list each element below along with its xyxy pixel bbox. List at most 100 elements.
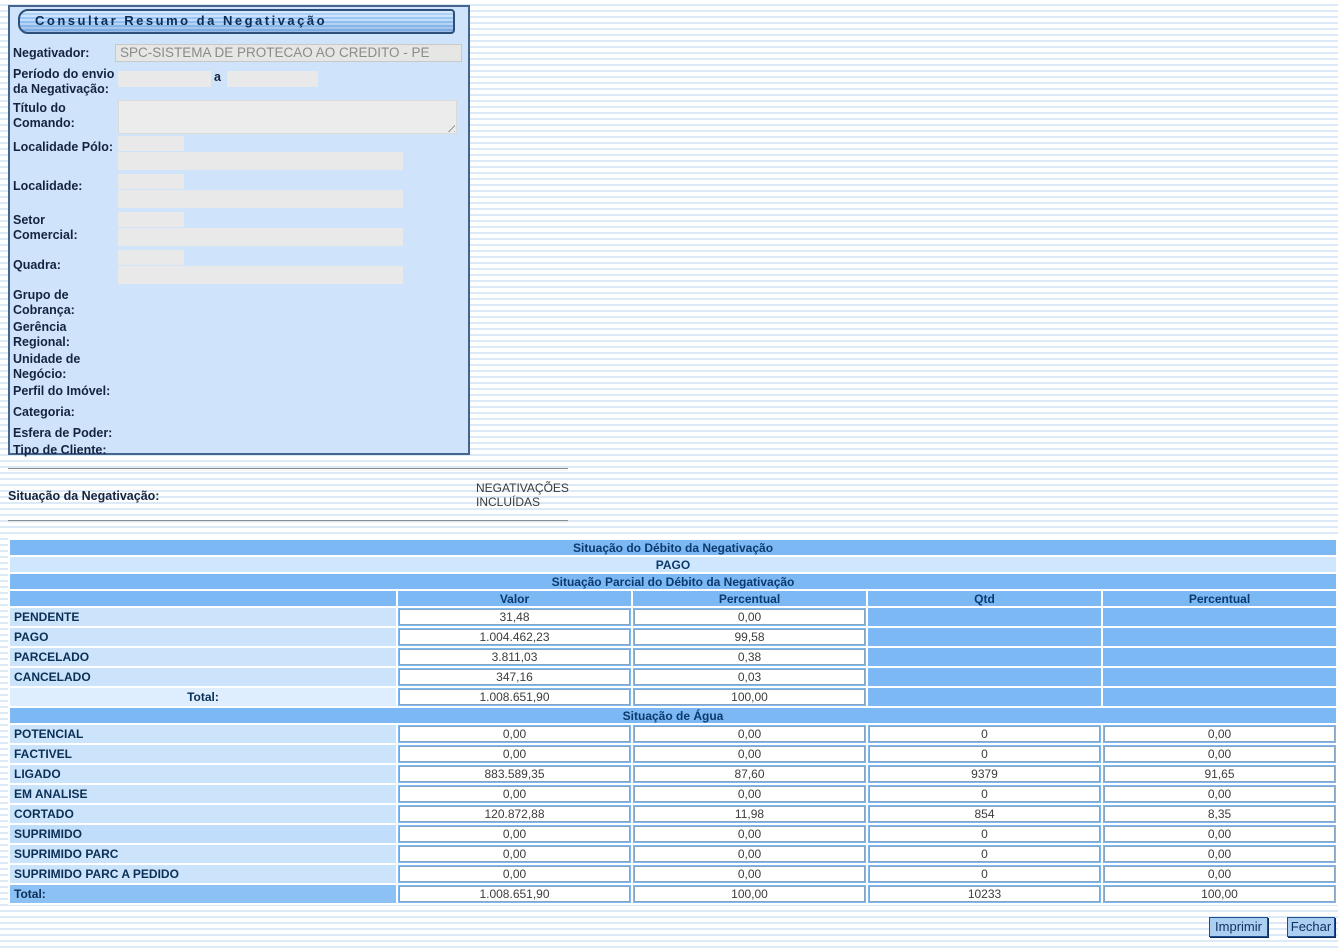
negativador-field[interactable]: SPC-SISTEMA DE PROTECAO AO CREDITO - PE — [115, 44, 462, 62]
total-label: Total: — [10, 688, 396, 706]
empty-cell — [1103, 688, 1336, 706]
section-header-agua: Situação de Água — [10, 708, 1336, 723]
situacao-negativacao-label: Situação da Negativação: — [8, 489, 159, 503]
row-label: LIGADO — [10, 765, 396, 783]
column-header-percentual2: Percentual — [1103, 591, 1336, 606]
divider — [8, 520, 568, 523]
table-row: PAGO — [10, 557, 1336, 572]
titulo-comando-textarea[interactable] — [118, 100, 457, 134]
percentual-cell: 11,98 — [634, 806, 865, 822]
table-row: Situação do Débito da Negativação — [10, 540, 1336, 555]
table-header-row: Valor Percentual Qtd Percentual — [10, 591, 1336, 606]
valor-cell: 347,16 — [399, 669, 630, 685]
table-row: Situação Parcial do Débito da Negativaçã… — [10, 574, 1336, 589]
section-subheader-pago: PAGO — [10, 557, 1336, 572]
periodo-label: Período do envio da Negativação: — [13, 67, 115, 97]
table-row: PENDENTE 31,48 0,00 — [10, 608, 1336, 626]
situacao-negativacao-value: NEGATIVAÇÕES INCLUÍDAS — [476, 481, 569, 509]
setor-comercial-label: Setor Comercial: — [13, 213, 89, 243]
grupo-cobranca-label: Grupo de Cobrança: — [13, 288, 89, 318]
qtd-cell: 10233 — [869, 886, 1100, 902]
periodo-start-input[interactable] — [118, 71, 211, 87]
situacao-value-line2: INCLUÍDAS — [476, 495, 569, 509]
table-row: Situação de Água — [10, 708, 1336, 723]
perfil-imovel-label: Perfil do Imóvel: — [13, 384, 110, 399]
qtd-cell: 0 — [869, 826, 1100, 842]
quadra-code-input[interactable] — [118, 250, 184, 265]
valor-cell: 1.004.462,23 — [399, 629, 630, 645]
valor-cell: 1.008.651,90 — [399, 689, 630, 705]
setor-code-input[interactable] — [118, 212, 184, 227]
qtd-percentual-cell: 0,00 — [1104, 726, 1335, 742]
section-header-debito: Situação do Débito da Negativação — [10, 540, 1336, 555]
qtd-cell: 9379 — [869, 766, 1100, 782]
unidade-negocio-label: Unidade de Negócio: — [13, 352, 101, 382]
row-label: POTENCIAL — [10, 725, 396, 743]
setor-desc-input[interactable] — [118, 228, 403, 246]
column-header-percentual: Percentual — [633, 591, 866, 606]
table-row: CANCELADO 347,16 0,03 — [10, 668, 1336, 686]
qtd-cell: 854 — [869, 806, 1100, 822]
table-row: LIGADO 883.589,35 87,60 9379 91,65 — [10, 765, 1336, 783]
divider — [8, 468, 568, 471]
percentual-cell: 100,00 — [634, 886, 865, 902]
row-label: CANCELADO — [10, 668, 396, 686]
empty-cell — [1103, 648, 1336, 666]
localidade-desc-input[interactable] — [118, 190, 403, 208]
table-row: POTENCIAL 0,00 0,00 0 0,00 — [10, 725, 1336, 743]
qtd-cell: 0 — [869, 786, 1100, 802]
table-total-row: Total: 1.008.651,90 100,00 — [10, 688, 1336, 706]
fechar-button[interactable]: Fechar — [1287, 917, 1335, 937]
table-row: PARCELADO 3.811,03 0,38 — [10, 648, 1336, 666]
localidade-code-input[interactable] — [118, 174, 184, 189]
percentual-cell: 0,03 — [634, 669, 865, 685]
panel-title: Consultar Resumo da Negativação — [18, 9, 455, 34]
valor-cell: 1.008.651,90 — [399, 886, 630, 902]
localidade-polo-label: Localidade Pólo: — [13, 140, 113, 155]
page: { "panel": { "title": "Consultar Resumo … — [0, 0, 1338, 948]
qtd-cell: 0 — [869, 846, 1100, 862]
qtd-percentual-cell: 0,00 — [1104, 866, 1335, 882]
empty-cell — [1103, 608, 1336, 626]
periodo-end-input[interactable] — [227, 71, 318, 87]
imprimir-button[interactable]: Imprimir — [1209, 917, 1268, 937]
percentual-cell: 0,00 — [634, 786, 865, 802]
localidade-polo-desc-input[interactable] — [118, 152, 403, 170]
percentual-cell: 0,00 — [634, 846, 865, 862]
qtd-cell: 0 — [869, 726, 1100, 742]
empty-cell — [868, 648, 1101, 666]
categoria-label: Categoria: — [13, 405, 75, 420]
quadra-desc-input[interactable] — [118, 266, 403, 284]
percentual-cell: 99,58 — [634, 629, 865, 645]
section-header-parcial: Situação Parcial do Débito da Negativaçã… — [10, 574, 1336, 589]
row-label: FACTIVEL — [10, 745, 396, 763]
column-header-qtd: Qtd — [868, 591, 1101, 606]
consult-summary-panel: Consultar Resumo da Negativação Negativa… — [8, 5, 470, 455]
titulo-comando-label: Título do Comando: — [13, 101, 89, 131]
localidade-label: Localidade: — [13, 179, 82, 194]
percentual-cell: 0,00 — [634, 826, 865, 842]
valor-cell: 0,00 — [399, 866, 630, 882]
qtd-percentual-cell: 0,00 — [1104, 846, 1335, 862]
negativador-label: Negativador: — [13, 46, 89, 61]
empty-cell — [868, 668, 1101, 686]
table-row: EM ANALISE 0,00 0,00 0 0,00 — [10, 785, 1336, 803]
row-label: PAGO — [10, 628, 396, 646]
table-row: CORTADO 120.872,88 11,98 854 8,35 — [10, 805, 1336, 823]
resize-handle-icon[interactable] — [445, 122, 455, 132]
localidade-polo-code-input[interactable] — [118, 136, 184, 151]
valor-cell: 883.589,35 — [399, 766, 630, 782]
table-row: SUPRIMIDO 0,00 0,00 0 0,00 — [10, 825, 1336, 843]
percentual-cell: 0,00 — [634, 726, 865, 742]
qtd-percentual-cell: 100,00 — [1104, 886, 1335, 902]
table-total-row: Total: 1.008.651,90 100,00 10233 100,00 — [10, 885, 1336, 903]
valor-cell: 0,00 — [399, 786, 630, 802]
percentual-cell: 87,60 — [634, 766, 865, 782]
empty-cell — [868, 628, 1101, 646]
qtd-percentual-cell: 8,35 — [1104, 806, 1335, 822]
table-row: SUPRIMIDO PARC 0,00 0,00 0 0,00 — [10, 845, 1336, 863]
row-label: EM ANALISE — [10, 785, 396, 803]
esfera-poder-label: Esfera de Poder: — [13, 426, 112, 441]
row-label: SUPRIMIDO PARC — [10, 845, 396, 863]
qtd-percentual-cell: 91,65 — [1104, 766, 1335, 782]
